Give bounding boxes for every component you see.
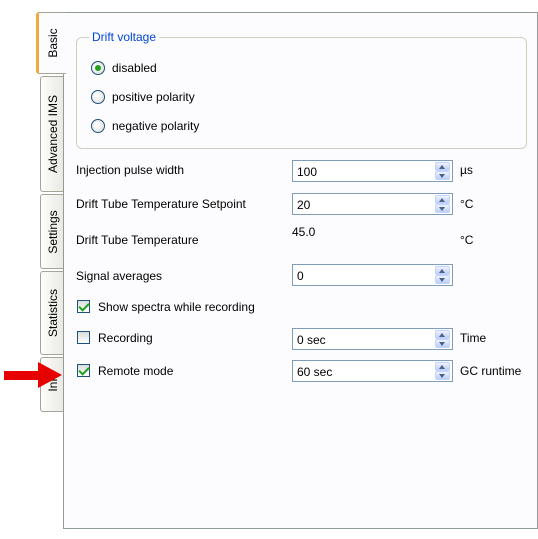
injection-pulse-width-label: Injection pulse width: [76, 163, 185, 177]
tab-strip: Basic Advanced IMS Settings Statistics I…: [36, 12, 66, 512]
tab-settings[interactable]: Settings: [40, 194, 64, 269]
drift-voltage-group: Drift voltage disabled positive polarity…: [76, 30, 527, 149]
recording-time-value[interactable]: 0 sec: [297, 333, 326, 347]
spin-down-icon[interactable]: [435, 275, 450, 284]
tab-statistics[interactable]: Statistics: [40, 271, 64, 355]
radio-negative-polarity[interactable]: negative polarity: [91, 119, 199, 133]
show-spectra-label[interactable]: Show spectra while recording: [98, 300, 255, 314]
basic-panel: Drift voltage disabled positive polarity…: [63, 12, 538, 529]
tab-advanced-ims[interactable]: Advanced IMS: [40, 76, 64, 192]
spin-up-icon[interactable]: [435, 266, 450, 275]
annotation-arrow-icon: [4, 362, 62, 388]
recording-time-unit: Time: [460, 331, 487, 345]
injection-pulse-width-unit: µs: [460, 163, 473, 177]
temperature-unit: °C: [460, 233, 474, 247]
drift-voltage-title: Drift voltage: [89, 30, 160, 44]
gc-runtime-unit: GC runtime: [460, 364, 522, 378]
temperature-value: 45.0: [292, 225, 316, 239]
signal-averages-spinbox[interactable]: 0: [292, 264, 453, 286]
injection-pulse-width-spinbox[interactable]: 100: [292, 160, 453, 182]
remote-mode-label[interactable]: Remote mode: [98, 364, 173, 378]
spin-down-icon[interactable]: [435, 204, 450, 213]
spin-up-icon[interactable]: [435, 195, 450, 204]
spin-up-icon[interactable]: [435, 162, 450, 171]
spin-down-icon[interactable]: [435, 171, 450, 180]
spin-up-icon[interactable]: [435, 330, 450, 339]
show-spectra-checkbox[interactable]: [77, 300, 90, 313]
gc-runtime-spinbox[interactable]: 60 sec: [292, 360, 453, 382]
spin-up-icon[interactable]: [435, 362, 450, 371]
signal-averages-label: Signal averages: [76, 269, 163, 283]
spin-down-icon[interactable]: [435, 339, 450, 348]
spin-down-icon[interactable]: [435, 371, 450, 380]
tab-basic[interactable]: Basic: [36, 12, 66, 74]
setpoint-unit: °C: [460, 197, 474, 211]
radio-checked-icon[interactable]: [91, 61, 105, 75]
radio-disabled[interactable]: disabled: [91, 61, 157, 75]
setpoint-label: Drift Tube Temperature Setpoint: [76, 197, 246, 211]
radio-positive-polarity[interactable]: positive polarity: [91, 90, 195, 104]
recording-time-spinbox[interactable]: 0 sec: [292, 328, 453, 350]
injection-pulse-width-value[interactable]: 100: [297, 165, 317, 179]
temperature-label: Drift Tube Temperature: [76, 233, 199, 247]
signal-averages-value[interactable]: 0: [297, 269, 304, 283]
recording-checkbox[interactable]: [77, 331, 90, 344]
radio-unchecked-icon[interactable]: [91, 90, 105, 104]
setpoint-spinbox[interactable]: 20: [292, 193, 453, 215]
recording-label[interactable]: Recording: [98, 331, 153, 345]
radio-unchecked-icon[interactable]: [91, 119, 105, 133]
setpoint-value[interactable]: 20: [297, 198, 310, 212]
gc-runtime-value[interactable]: 60 sec: [297, 365, 332, 379]
remote-mode-checkbox[interactable]: [77, 364, 90, 377]
